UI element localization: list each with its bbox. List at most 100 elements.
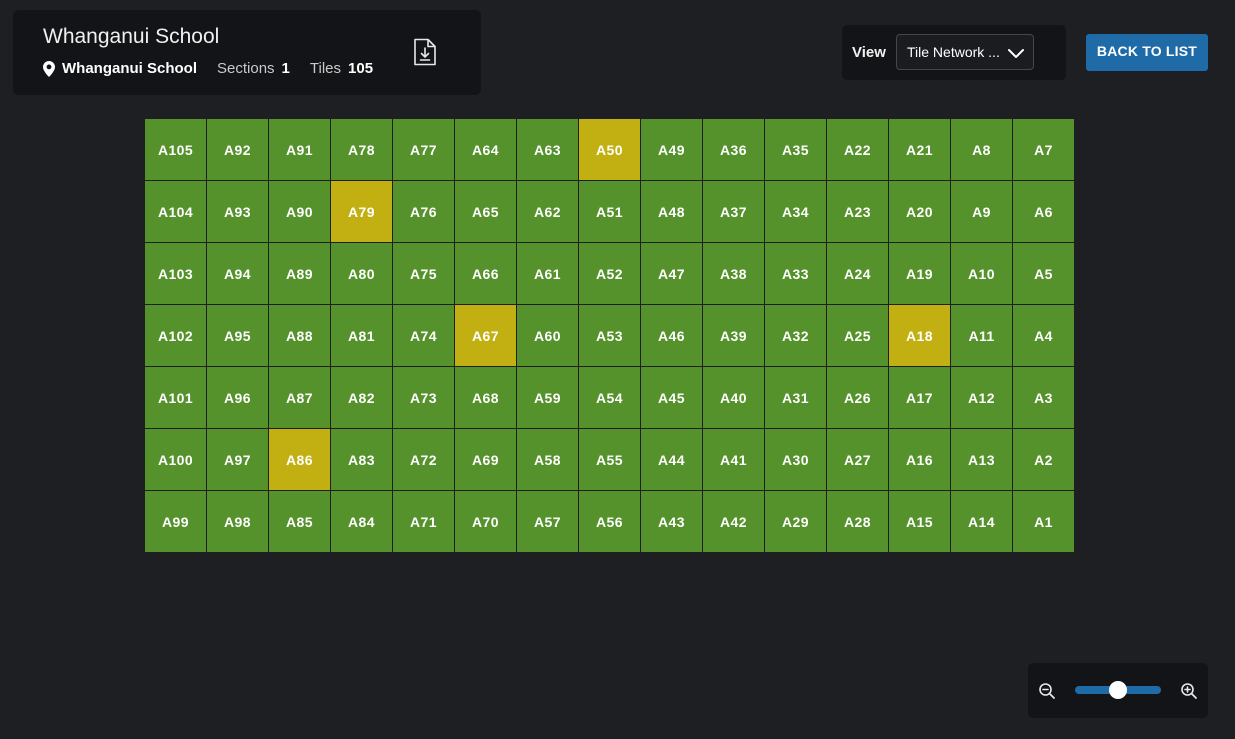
tile-a49[interactable]: A49: [641, 119, 702, 180]
zoom-slider-thumb[interactable]: [1109, 681, 1127, 699]
tile-a28[interactable]: A28: [827, 491, 888, 552]
tile-a69[interactable]: A69: [455, 429, 516, 490]
tile-a101[interactable]: A101: [145, 367, 206, 428]
tile-a53[interactable]: A53: [579, 305, 640, 366]
tile-a42[interactable]: A42: [703, 491, 764, 552]
tile-a5[interactable]: A5: [1013, 243, 1074, 304]
tile-a33[interactable]: A33: [765, 243, 826, 304]
tile-a13[interactable]: A13: [951, 429, 1012, 490]
zoom-out-icon[interactable]: [1038, 682, 1056, 700]
tile-a14[interactable]: A14: [951, 491, 1012, 552]
tile-a21[interactable]: A21: [889, 119, 950, 180]
back-to-list-button[interactable]: BACK TO LIST: [1086, 34, 1208, 71]
tile-a51[interactable]: A51: [579, 181, 640, 242]
tile-a72[interactable]: A72: [393, 429, 454, 490]
tile-a75[interactable]: A75: [393, 243, 454, 304]
tile-a23[interactable]: A23: [827, 181, 888, 242]
tile-a44[interactable]: A44: [641, 429, 702, 490]
tile-a12[interactable]: A12: [951, 367, 1012, 428]
tile-a77[interactable]: A77: [393, 119, 454, 180]
tile-a93[interactable]: A93: [207, 181, 268, 242]
tile-a8[interactable]: A8: [951, 119, 1012, 180]
tile-a40[interactable]: A40: [703, 367, 764, 428]
tile-a17[interactable]: A17: [889, 367, 950, 428]
tile-a55[interactable]: A55: [579, 429, 640, 490]
tile-a15[interactable]: A15: [889, 491, 950, 552]
tile-a85[interactable]: A85: [269, 491, 330, 552]
tile-a38[interactable]: A38: [703, 243, 764, 304]
view-dropdown[interactable]: Tile Network ...: [896, 34, 1034, 70]
tile-a24[interactable]: A24: [827, 243, 888, 304]
tile-a88[interactable]: A88: [269, 305, 330, 366]
tile-a102[interactable]: A102: [145, 305, 206, 366]
tile-a39[interactable]: A39: [703, 305, 764, 366]
tile-a70[interactable]: A70: [455, 491, 516, 552]
tile-a71[interactable]: A71: [393, 491, 454, 552]
tile-a66[interactable]: A66: [455, 243, 516, 304]
file-download-icon[interactable]: [413, 38, 437, 66]
tile-a81[interactable]: A81: [331, 305, 392, 366]
tile-a95[interactable]: A95: [207, 305, 268, 366]
tile-a4[interactable]: A4: [1013, 305, 1074, 366]
tile-a76[interactable]: A76: [393, 181, 454, 242]
tile-a3[interactable]: A3: [1013, 367, 1074, 428]
tile-a6[interactable]: A6: [1013, 181, 1074, 242]
tile-a50[interactable]: A50: [579, 119, 640, 180]
tile-a82[interactable]: A82: [331, 367, 392, 428]
tile-a67[interactable]: A67: [455, 305, 516, 366]
tile-a99[interactable]: A99: [145, 491, 206, 552]
tile-a86[interactable]: A86: [269, 429, 330, 490]
tile-a68[interactable]: A68: [455, 367, 516, 428]
zoom-slider[interactable]: [1075, 681, 1161, 699]
tile-a97[interactable]: A97: [207, 429, 268, 490]
tile-a19[interactable]: A19: [889, 243, 950, 304]
tile-a61[interactable]: A61: [517, 243, 578, 304]
tile-a63[interactable]: A63: [517, 119, 578, 180]
tile-a105[interactable]: A105: [145, 119, 206, 180]
tile-a34[interactable]: A34: [765, 181, 826, 242]
tile-a57[interactable]: A57: [517, 491, 578, 552]
tile-a78[interactable]: A78: [331, 119, 392, 180]
tile-a25[interactable]: A25: [827, 305, 888, 366]
tile-a22[interactable]: A22: [827, 119, 888, 180]
tile-a91[interactable]: A91: [269, 119, 330, 180]
tile-a87[interactable]: A87: [269, 367, 330, 428]
tile-a16[interactable]: A16: [889, 429, 950, 490]
tile-a48[interactable]: A48: [641, 181, 702, 242]
tile-a7[interactable]: A7: [1013, 119, 1074, 180]
tile-a20[interactable]: A20: [889, 181, 950, 242]
tile-a64[interactable]: A64: [455, 119, 516, 180]
tile-a96[interactable]: A96: [207, 367, 268, 428]
tile-a27[interactable]: A27: [827, 429, 888, 490]
tile-a47[interactable]: A47: [641, 243, 702, 304]
tile-a80[interactable]: A80: [331, 243, 392, 304]
tile-a98[interactable]: A98: [207, 491, 268, 552]
tile-a18[interactable]: A18: [889, 305, 950, 366]
tile-a26[interactable]: A26: [827, 367, 888, 428]
tile-a54[interactable]: A54: [579, 367, 640, 428]
tile-a79[interactable]: A79: [331, 181, 392, 242]
zoom-in-icon[interactable]: [1180, 682, 1198, 700]
tile-a74[interactable]: A74: [393, 305, 454, 366]
tile-a32[interactable]: A32: [765, 305, 826, 366]
tile-a58[interactable]: A58: [517, 429, 578, 490]
tile-a94[interactable]: A94: [207, 243, 268, 304]
tile-a46[interactable]: A46: [641, 305, 702, 366]
tile-a2[interactable]: A2: [1013, 429, 1074, 490]
tile-a56[interactable]: A56: [579, 491, 640, 552]
tile-a62[interactable]: A62: [517, 181, 578, 242]
tile-a83[interactable]: A83: [331, 429, 392, 490]
tile-a30[interactable]: A30: [765, 429, 826, 490]
tile-a31[interactable]: A31: [765, 367, 826, 428]
tile-a45[interactable]: A45: [641, 367, 702, 428]
tile-a90[interactable]: A90: [269, 181, 330, 242]
tile-a104[interactable]: A104: [145, 181, 206, 242]
tile-a59[interactable]: A59: [517, 367, 578, 428]
tile-a92[interactable]: A92: [207, 119, 268, 180]
tile-a41[interactable]: A41: [703, 429, 764, 490]
tile-a100[interactable]: A100: [145, 429, 206, 490]
tile-a9[interactable]: A9: [951, 181, 1012, 242]
tile-a35[interactable]: A35: [765, 119, 826, 180]
tile-a73[interactable]: A73: [393, 367, 454, 428]
tile-a65[interactable]: A65: [455, 181, 516, 242]
